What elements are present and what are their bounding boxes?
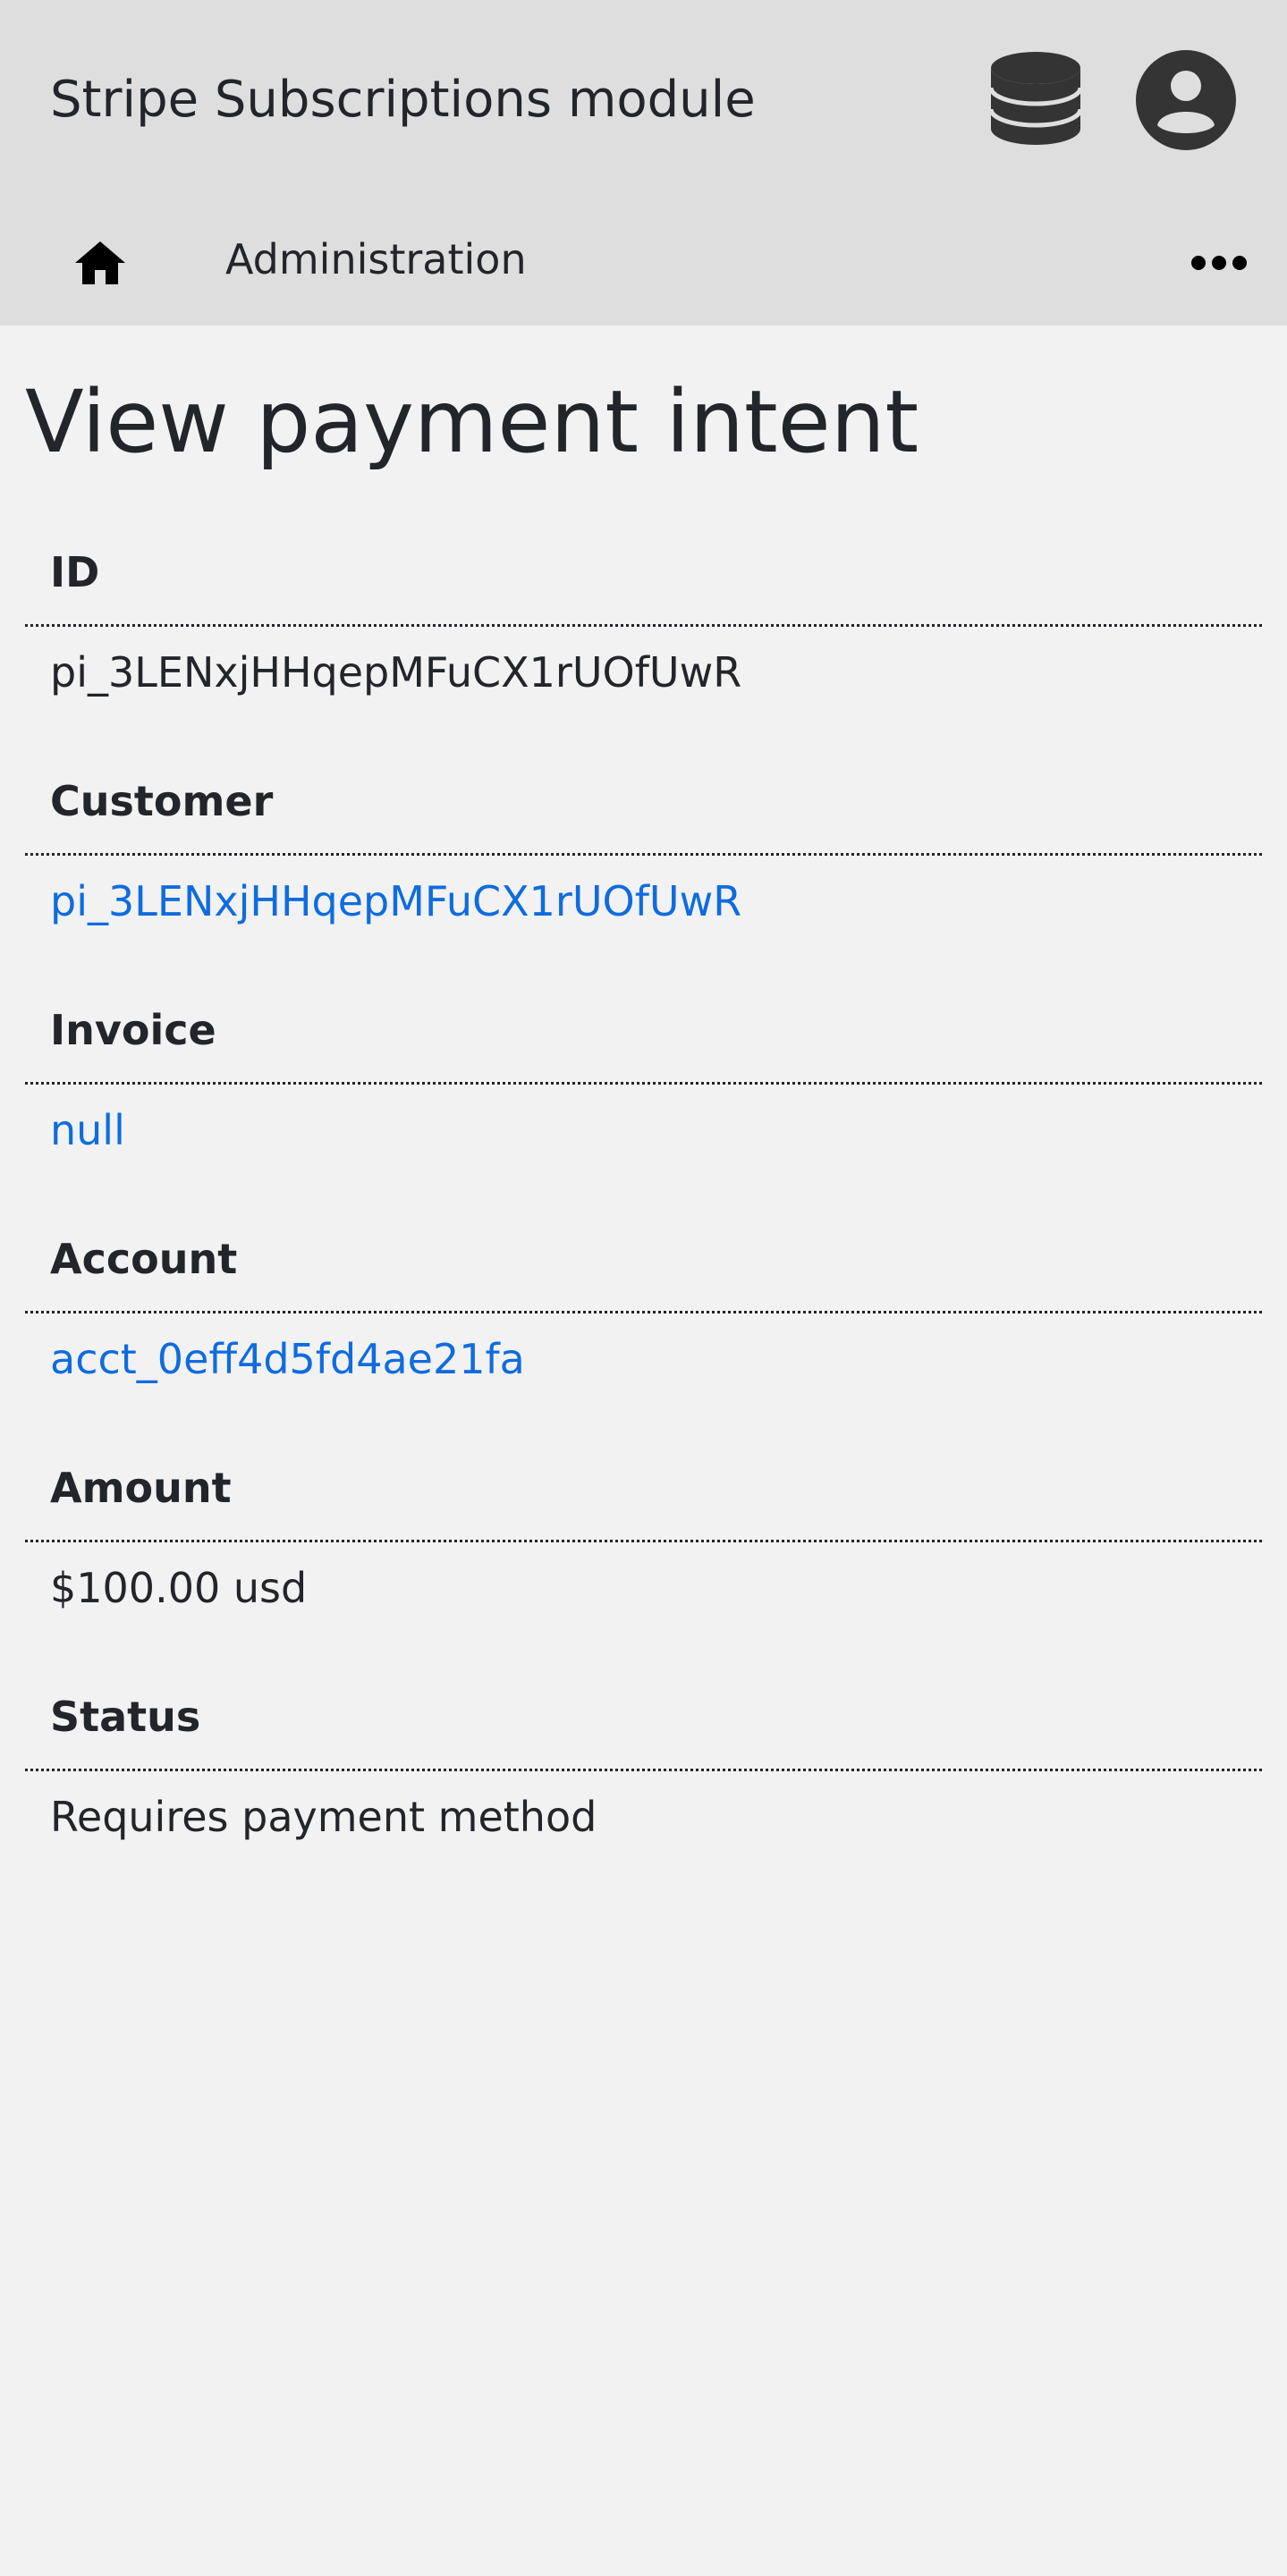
- field-amount: Amount $100.00 usd: [0, 1448, 1287, 1677]
- field-label: Status: [50, 1693, 201, 1741]
- field-label: Customer: [50, 777, 274, 825]
- divider: [25, 1540, 1262, 1542]
- divider: [25, 1769, 1262, 1771]
- field-value: pi_3LENxjHHqepMFuCX1rUOfUwR: [50, 648, 742, 697]
- field-status: Status Requires payment method: [0, 1677, 1287, 1906]
- field-label: Account: [50, 1235, 238, 1283]
- more-horizontal-icon: [1191, 256, 1247, 270]
- more-menu-button[interactable]: [1190, 243, 1249, 283]
- status-value: Requires payment method: [50, 1793, 597, 1841]
- field-label: ID: [50, 548, 100, 596]
- app-title: Stripe Subscriptions module: [50, 71, 756, 129]
- field-value: $100.00 usd: [50, 1564, 308, 1612]
- field-id: ID pi_3LENxjHHqepMFuCX1rUOfUwR: [0, 533, 1287, 762]
- nav-administration[interactable]: Administration: [225, 231, 527, 288]
- top-header: Stripe Subscriptions module: [0, 0, 1287, 200]
- divider: [25, 1082, 1262, 1085]
- home-link[interactable]: [73, 236, 127, 290]
- user-menu-button[interactable]: [1134, 48, 1238, 152]
- field-account: Account acct_0eff4d5fd4ae21fa: [0, 1220, 1287, 1448]
- divider: [25, 624, 1262, 627]
- customer-link[interactable]: pi_3LENxjHHqepMFuCX1rUOfUwR: [50, 876, 741, 926]
- field-invoice: Invoice null: [0, 991, 1287, 1220]
- payment-intent-details: ID pi_3LENxjHHqepMFuCX1rUOfUwR Customer …: [0, 533, 1287, 1906]
- page-title: View payment intent: [25, 372, 919, 472]
- divider: [25, 853, 1262, 856]
- user-account-icon: [1136, 50, 1236, 150]
- field-label: Amount: [50, 1464, 232, 1512]
- database-button[interactable]: [984, 46, 1088, 150]
- home-icon: [75, 241, 125, 284]
- account-link[interactable]: acct_0eff4d5fd4ae21fa: [50, 1334, 525, 1384]
- field-customer: Customer pi_3LENxjHHqepMFuCX1rUOfUwR: [0, 762, 1287, 991]
- primary-navigation: Administration: [0, 200, 1287, 325]
- field-label: Invoice: [50, 1006, 216, 1054]
- divider: [25, 1311, 1262, 1313]
- invoice-link[interactable]: null: [50, 1105, 125, 1155]
- database-icon: [988, 52, 1083, 145]
